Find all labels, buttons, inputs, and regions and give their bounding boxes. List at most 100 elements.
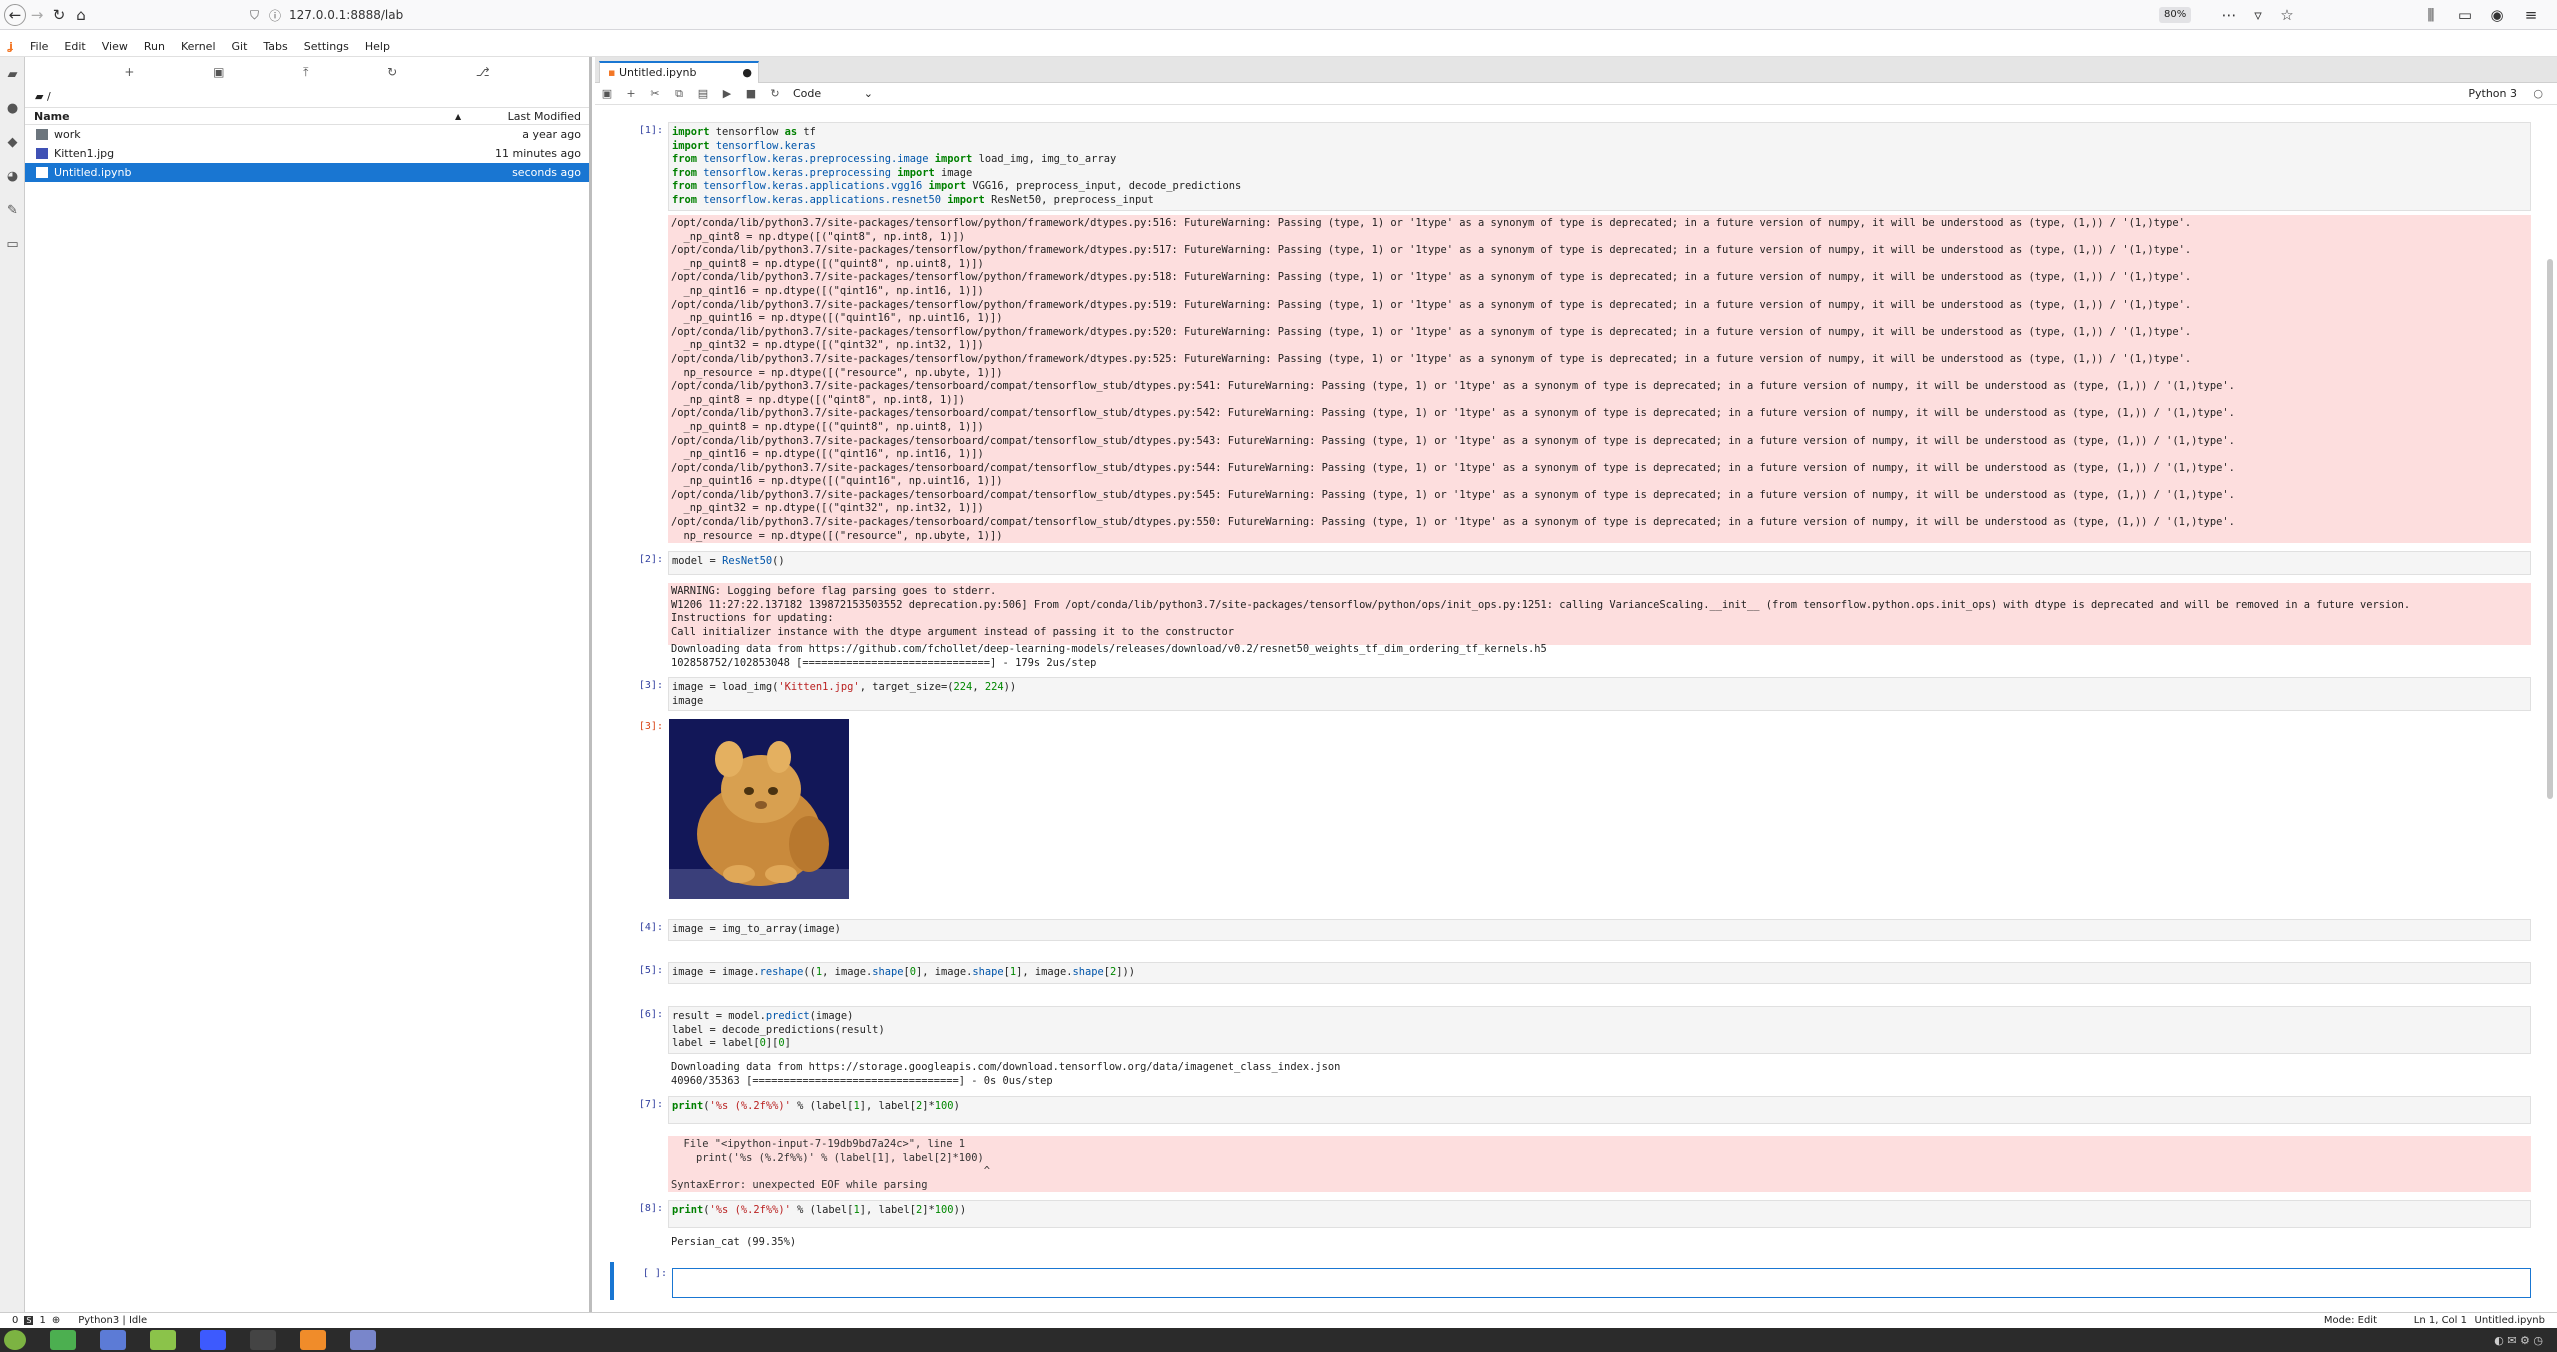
back-icon[interactable]: ← — [4, 3, 26, 26]
input-prompt: [6]: — [638, 1009, 663, 1020]
file-row-untitled[interactable]: Untitled.ipynb seconds ago — [25, 163, 589, 182]
tab-bar: ▪ Untitled.ipynb ● — [595, 57, 2557, 83]
restart-icon[interactable]: ↻ — [763, 87, 787, 100]
terminal-taskbar-icon[interactable] — [250, 1330, 276, 1350]
git-clone-icon[interactable]: ⎇ — [476, 65, 490, 79]
app-taskbar-icon[interactable] — [350, 1330, 376, 1350]
sort-caret-icon[interactable]: ▲ — [455, 112, 495, 121]
menu-view[interactable]: View — [94, 37, 136, 57]
git-status-icon: ⊕ — [51, 1315, 61, 1326]
kernel-status-icon: ○ — [2533, 87, 2543, 100]
folder-icon[interactable]: ▰ — [0, 57, 25, 91]
notebook-icon — [36, 167, 48, 178]
menu-tabs[interactable]: Tabs — [255, 37, 295, 57]
files-icon[interactable] — [150, 1330, 176, 1350]
menu-bar: ʝ File Edit View Run Kernel Git Tabs Set… — [0, 37, 2557, 57]
copy-icon[interactable]: ⧉ — [667, 87, 691, 101]
cursor-position[interactable]: Ln 1, Col 1 — [2414, 1315, 2467, 1326]
save-icon[interactable]: ▣ — [595, 87, 619, 100]
show-desktop-icon[interactable] — [50, 1330, 76, 1350]
firefox-taskbar-icon[interactable] — [200, 1330, 226, 1350]
file-row-kitten1[interactable]: Kitten1.jpg 11 minutes ago — [25, 144, 589, 163]
zoom-level[interactable]: 80% — [2159, 7, 2192, 23]
wrench-icon[interactable]: ✎ — [0, 193, 25, 227]
browser-icon[interactable] — [100, 1330, 126, 1350]
kernel-name[interactable]: Python 3 — [2468, 87, 2517, 100]
running-icon[interactable]: ● — [0, 91, 25, 125]
menu-git[interactable]: Git — [224, 37, 256, 57]
menu-file[interactable]: File — [22, 37, 56, 57]
editor-mode[interactable]: Mode: Edit — [2324, 1315, 2377, 1326]
tray-icons[interactable]: ◐ ✉ ⚙ ◷ — [2494, 1334, 2543, 1347]
menu-launcher-icon[interactable] — [4, 1330, 26, 1350]
folder-icon — [36, 129, 48, 140]
tab-untitled-notebook[interactable]: ▪ Untitled.ipynb ● — [599, 61, 759, 83]
left-activity-bar: ▰ ● ◆ ◕ ✎ ▭ — [0, 57, 25, 1312]
code-input-active[interactable] — [672, 1268, 2531, 1298]
reload-icon[interactable]: ↻ — [48, 4, 70, 26]
stop-icon[interactable]: ■ — [739, 87, 763, 100]
input-prompt: [3]: — [638, 680, 663, 691]
persian-cat-picture — [669, 719, 849, 899]
new-folder-icon[interactable]: ▣ — [213, 65, 224, 79]
column-name[interactable]: Name — [25, 110, 455, 123]
info-icon: ⓘ — [269, 8, 282, 23]
scrollbar[interactable] — [2547, 259, 2553, 799]
file-list-header: Name ▲ Last Modified — [25, 107, 589, 125]
code-input[interactable]: image = img_to_array(image) — [668, 919, 2531, 941]
active-app-taskbar-icon[interactable] — [300, 1330, 326, 1350]
sidebar-icon[interactable]: ▭ — [2454, 4, 2476, 26]
folder-icon: ▰ — [35, 90, 47, 103]
terminals-count[interactable]: 0 — [12, 1315, 18, 1326]
git-icon[interactable]: ◆ — [0, 125, 25, 159]
hamburger-menu-icon[interactable]: ≡ — [2520, 4, 2542, 26]
input-prompt: [1]: — [638, 125, 663, 136]
menu-edit[interactable]: Edit — [56, 37, 93, 57]
menu-settings[interactable]: Settings — [296, 37, 357, 57]
menu-kernel[interactable]: Kernel — [173, 37, 224, 57]
input-prompt: [4]: — [638, 922, 663, 933]
breadcrumb[interactable]: ▰ / — [25, 87, 589, 107]
menu-help[interactable]: Help — [357, 37, 398, 57]
file-row-work[interactable]: work a year ago — [25, 125, 589, 144]
kernels-count[interactable]: 1 — [39, 1315, 45, 1326]
url-text: 127.0.0.1:8888/lab — [289, 8, 404, 22]
code-input[interactable]: image = image.reshape((1, image.shape[0]… — [668, 962, 2531, 984]
home-icon[interactable]: ⌂ — [70, 4, 92, 26]
code-input[interactable]: model = ResNet50() — [668, 551, 2531, 575]
new-launcher-icon[interactable]: + — [124, 65, 134, 79]
add-cell-icon[interactable]: + — [619, 87, 643, 100]
code-input[interactable]: import tensorflow as tf import tensorflo… — [668, 122, 2531, 211]
upload-icon[interactable]: ⤒ — [303, 65, 308, 80]
input-prompt: [2]: — [638, 554, 663, 565]
image-file-icon — [36, 148, 48, 159]
column-last-modified[interactable]: Last Modified — [495, 110, 589, 123]
notebook-cells: [1]: import tensorflow as tf import tens… — [595, 119, 2557, 1309]
tabs-icon[interactable]: ▭ — [0, 227, 25, 261]
paste-icon[interactable]: ▤ — [691, 87, 715, 100]
kernel-status[interactable]: Python3 | Idle — [78, 1315, 147, 1326]
stdout-output: Downloading data from https://github.com… — [671, 643, 1547, 669]
url-bar[interactable]: ⛉ ⓘ 127.0.0.1:8888/lab — [250, 3, 2120, 27]
unsaved-dot-icon[interactable]: ● — [742, 63, 752, 82]
code-input[interactable]: print('%s (%.2f%%)' % (label[1], label[2… — [668, 1096, 2531, 1124]
account-icon[interactable]: ◉ — [2486, 4, 2508, 26]
more-icon[interactable]: ⋯ — [2218, 4, 2240, 26]
library-icon[interactable]: ⫼ — [2420, 4, 2442, 26]
bookmark-star-icon[interactable]: ☆ — [2276, 4, 2298, 26]
code-input[interactable]: print('%s (%.2f%%)' % (label[1], label[2… — [668, 1200, 2531, 1228]
code-input[interactable]: result = model.predict(image) label = de… — [668, 1006, 2531, 1054]
code-input[interactable]: image = load_img('Kitten1.jpg', target_s… — [668, 677, 2531, 711]
run-icon[interactable]: ▶ — [715, 87, 739, 100]
menu-run[interactable]: Run — [136, 37, 173, 57]
main-area: ▪ Untitled.ipynb ● ▣ + ✂ ⧉ ▤ ▶ ■ ↻ Code ⌄… — [595, 57, 2557, 1312]
cut-icon[interactable]: ✂ — [643, 87, 667, 100]
refresh-icon[interactable]: ↻ — [387, 65, 397, 79]
cell-type-select[interactable]: Code ⌄ — [793, 87, 873, 100]
input-prompt: [5]: — [638, 965, 663, 976]
kitten-image — [669, 719, 849, 899]
palette-icon[interactable]: ◕ — [0, 159, 25, 193]
pocket-icon[interactable]: ▿ — [2247, 4, 2269, 26]
forward-icon[interactable]: → — [26, 4, 48, 26]
stdout-output: Downloading data from https://storage.go… — [671, 1061, 1341, 1087]
